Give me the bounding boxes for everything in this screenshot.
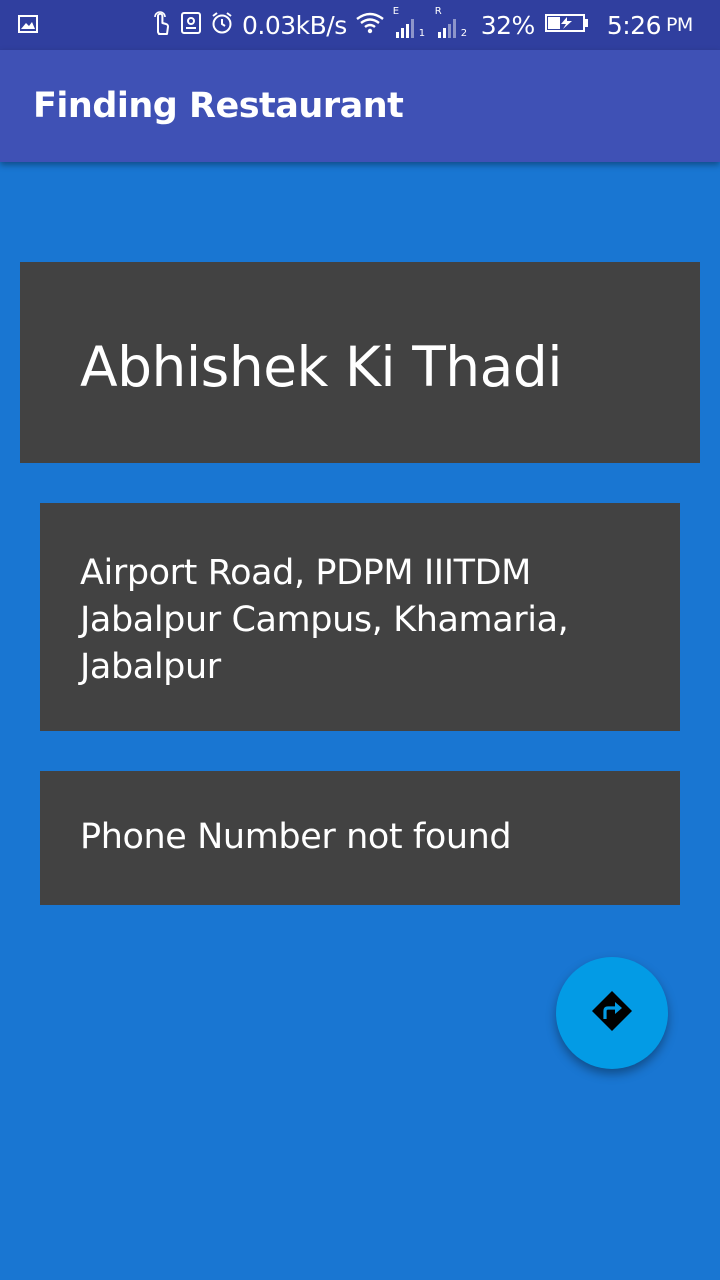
directions-icon (590, 989, 634, 1037)
status-icons: 0.03kB/s E 1 R 2 32% 5:26 PM (150, 0, 693, 50)
battery-icon (544, 13, 589, 37)
restaurant-phone: Phone Number not found (80, 817, 512, 857)
restaurant-address-card: Airport Road, PDPM IIITDM Jabalpur Campu… (40, 503, 680, 731)
touch-icon (150, 10, 172, 40)
restaurant-address: Airport Road, PDPM IIITDM Jabalpur Campu… (80, 553, 569, 687)
sim1-index: 1 (418, 28, 426, 39)
app-title: Finding Restaurant (33, 86, 404, 126)
screenshot-icon (180, 11, 202, 39)
signal-sim2-icon: R 2 (435, 6, 471, 40)
network-speed: 0.03kB/s (242, 10, 347, 40)
alarm-icon (210, 11, 234, 39)
restaurant-name: Abhishek Ki Thadi (80, 335, 563, 399)
signal-sim1-icon: E 1 (393, 6, 427, 40)
clock-ampm: PM (665, 14, 693, 36)
battery-percent: 32% (480, 10, 536, 40)
wifi-icon (355, 11, 385, 39)
restaurant-phone-card: Phone Number not found (40, 771, 680, 905)
app-bar: Finding Restaurant (0, 50, 720, 162)
gallery-icon (18, 15, 38, 33)
directions-button[interactable] (556, 957, 668, 1069)
clock-time: 5:26 (606, 10, 662, 40)
status-bar: 0.03kB/s E 1 R 2 32% 5:26 PM (0, 0, 720, 50)
sim2-index: 2 (460, 28, 468, 39)
restaurant-name-card: Abhishek Ki Thadi (20, 262, 700, 463)
